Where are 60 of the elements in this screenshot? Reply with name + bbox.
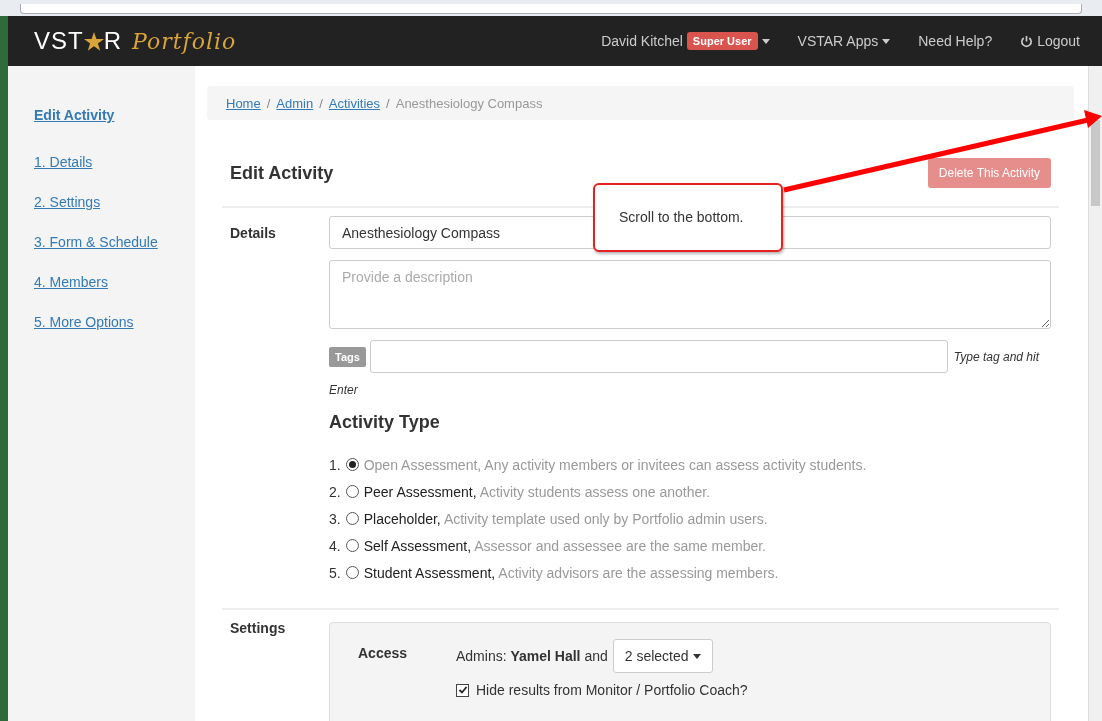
sidebar-link[interactable]: 2. Settings (34, 193, 101, 211)
description-field[interactable]: Provide a description (329, 260, 1051, 329)
radio-button[interactable] (345, 512, 359, 525)
address-field[interactable] (20, 4, 1082, 14)
admins-text: Admins: Yamel Hall and (456, 648, 608, 664)
help-link[interactable]: Need Help? (918, 33, 993, 49)
section-label: Settings (230, 620, 287, 638)
checkbox-label: Hide results from Monitor / Portfolio Coach? (476, 682, 748, 698)
user-menu[interactable]: David Kitchel Super User (601, 32, 770, 50)
caret-icon (882, 38, 891, 44)
option-label: Self Assessment, Assessor and assessee are the same member. (363, 537, 766, 554)
breadcrumb-separator: / (319, 95, 323, 111)
power-icon (1020, 34, 1034, 48)
breadcrumb-separator: / (386, 95, 390, 111)
tags-hint: Enter (329, 383, 358, 397)
delete-button[interactable]: Delete This Activity (927, 158, 1051, 188)
sidebar-link[interactable]: 3. Form & Schedule (34, 233, 158, 251)
breadcrumb-separator: / (266, 95, 271, 111)
breadcrumb-current: Anesthesiology Compass (395, 95, 543, 111)
checkbox[interactable] (456, 683, 469, 697)
caret-icon (692, 653, 701, 659)
tags-field[interactable] (369, 340, 948, 373)
sidebar-link[interactable]: 4. Members (34, 273, 108, 291)
option-number: 3. (329, 510, 341, 527)
radio-button[interactable] (345, 539, 359, 552)
option-number: 5. (329, 564, 341, 581)
option-label: Peer Assessment, Activity students assess one another. (363, 483, 710, 500)
breadcrumb-link[interactable]: Admin (276, 95, 314, 111)
access-label: Access (358, 644, 409, 663)
option-label: Student Assessment, Activity advisors are the assessing members. (363, 564, 779, 581)
sidebar-link[interactable]: 1. Details (34, 153, 93, 171)
admins-dropdown[interactable]: 2 selected (612, 639, 713, 673)
logo-script: Portfolio (132, 28, 237, 54)
role-badge: Super User (686, 32, 758, 50)
star-icon (83, 31, 104, 51)
sidebar-link[interactable]: Edit Activity (34, 106, 115, 124)
section-heading: Activity Type (329, 412, 441, 433)
tags-hint: Type tag and hit (953, 349, 1040, 364)
logout-label: Logout (1037, 33, 1080, 49)
option-label: Open Assessment, Any activity members or invitees can assess activity students. (363, 456, 867, 473)
option-number: 4. (329, 537, 341, 554)
option-number: 1. (329, 456, 341, 473)
logout-link[interactable]: Logout (1020, 33, 1080, 49)
scrollbar[interactable] (1088, 66, 1102, 721)
option-label: Placeholder, Activity template used only by Portfolio admin users. (363, 510, 768, 527)
option-number: 2. (329, 483, 341, 500)
logo-text: VST (34, 27, 84, 55)
user-name: David Kitchel (601, 33, 683, 49)
radio-button[interactable] (345, 485, 359, 498)
callout-text: Scroll to the bottom. (619, 209, 744, 227)
tags-label: Tags (329, 346, 366, 367)
radio-button[interactable] (345, 566, 359, 579)
breadcrumb-link[interactable]: Home (226, 95, 261, 111)
section-label: Details (230, 224, 277, 243)
caret-icon (761, 38, 770, 44)
sidebar-link[interactable]: 5. More Options (34, 313, 134, 331)
page-title: Edit Activity (230, 162, 334, 184)
logo-text: R (103, 27, 123, 55)
radio-button[interactable] (345, 458, 359, 471)
breadcrumb-link[interactable]: Activities (328, 95, 381, 111)
